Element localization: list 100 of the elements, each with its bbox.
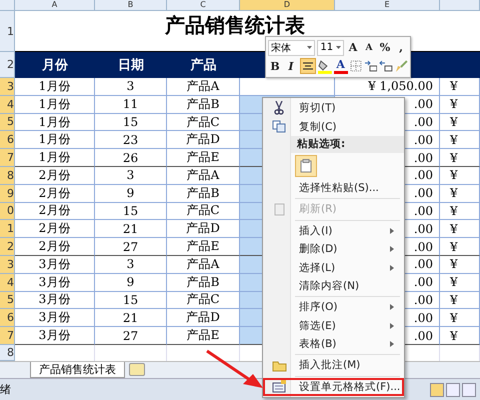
row-header[interactable]: 4 xyxy=(0,274,15,292)
table-cell: 1月份 xyxy=(15,114,95,132)
table-cell: 1月份 xyxy=(15,149,95,167)
shrink-font-button[interactable]: A xyxy=(362,40,376,56)
table-cell: ¥ xyxy=(440,149,480,167)
page-icon xyxy=(274,202,284,216)
table-cell: 3月份 xyxy=(15,256,95,274)
table-cell: 产品B xyxy=(167,274,240,292)
table-cell: 21 xyxy=(95,309,167,328)
row-header[interactable]: 1 xyxy=(0,220,15,238)
row-header[interactable]: 7 xyxy=(0,327,15,345)
table-cell: 1月份 xyxy=(15,131,95,150)
table-cell: 23 xyxy=(95,131,167,150)
copy-icon xyxy=(272,120,286,134)
table-cell: 产品D xyxy=(167,131,240,150)
status-text: 绪 xyxy=(0,382,11,398)
table-cell: ¥ 1,050.00 xyxy=(335,78,440,96)
normal-view-button[interactable] xyxy=(430,382,444,397)
format-cells-icon xyxy=(272,380,286,394)
row-header[interactable]: 5 xyxy=(0,114,15,132)
table-cell: 3月份 xyxy=(15,327,95,345)
table-cell: 2月份 xyxy=(15,220,95,238)
submenu-arrow-icon xyxy=(390,246,394,252)
dropdown-caret-icon xyxy=(307,46,312,50)
row-header[interactable]: 8 xyxy=(0,344,15,361)
row-header[interactable]: 7 xyxy=(0,149,15,167)
table-cell: 3 xyxy=(95,78,167,96)
table-cell: 产品D xyxy=(167,220,240,238)
table-cell: 产品C xyxy=(167,292,240,310)
row-header[interactable]: 8 xyxy=(0,166,15,185)
table-cell: ¥ xyxy=(440,184,480,203)
row-header[interactable]: 0 xyxy=(0,202,15,220)
font-color-button[interactable]: A xyxy=(334,58,348,74)
page-break-button[interactable] xyxy=(462,382,476,397)
table-cell: 产品A xyxy=(167,78,240,96)
submenu-arrow-icon xyxy=(390,322,394,329)
header-cell-text: 产品 xyxy=(190,56,218,75)
increase-decimal-icon[interactable] xyxy=(364,60,378,72)
paste-button[interactable] xyxy=(295,154,317,177)
comma-button[interactable]: , xyxy=(394,40,408,56)
fill-color-icon[interactable] xyxy=(318,58,332,74)
row-header[interactable]: 3 xyxy=(0,78,15,96)
table-cell: 11 xyxy=(95,96,167,114)
page-layout-button[interactable] xyxy=(446,382,460,397)
row-header[interactable]: 4 xyxy=(0,96,15,114)
percent-button[interactable]: % xyxy=(378,40,392,56)
table-cell: ¥ xyxy=(440,274,480,292)
bold-button[interactable]: B xyxy=(268,58,282,74)
table-cell: 2月份 xyxy=(15,166,95,185)
row-header[interactable]: 9 xyxy=(0,184,15,203)
align-center-icon xyxy=(302,62,313,70)
table-cell: ¥ xyxy=(440,96,480,114)
border-icon[interactable] xyxy=(350,60,362,72)
table-cell: 15 xyxy=(95,114,167,132)
decrease-decimal-icon[interactable] xyxy=(379,60,394,72)
table-cell: 2月份 xyxy=(15,184,95,203)
column-header[interactable] xyxy=(440,0,480,11)
header-cell-text: 月份 xyxy=(41,57,69,75)
table-cell: 21 xyxy=(95,220,167,238)
row-header[interactable]: 5 xyxy=(0,292,15,310)
menu-item[interactable]: 设置单元格格式(F)... xyxy=(263,378,404,396)
column-header[interactable]: C xyxy=(167,0,240,11)
column-header[interactable]: D xyxy=(240,0,335,11)
header-cell-text: 日期 xyxy=(117,57,145,75)
row-header[interactable]: 3 xyxy=(0,256,15,274)
table-cell: 产品E xyxy=(167,238,240,256)
table-cell: 产品B xyxy=(167,96,240,114)
table-cell: ¥ xyxy=(440,131,480,150)
column-header[interactable]: A xyxy=(15,0,95,11)
table-cell: 1月份 xyxy=(15,96,95,114)
select-all-button[interactable] xyxy=(0,0,15,11)
row-header[interactable]: 2 xyxy=(0,238,15,256)
italic-button[interactable]: I xyxy=(284,58,298,74)
submenu-arrow-icon xyxy=(390,304,394,310)
table-cell: ¥ xyxy=(440,78,480,96)
grow-font-button[interactable]: A xyxy=(346,40,360,56)
font-select[interactable]: 宋体 xyxy=(268,40,316,56)
scissors-icon xyxy=(273,101,285,116)
row-header[interactable]: 6 xyxy=(0,309,15,328)
row-header[interactable]: 1 xyxy=(0,11,15,52)
size-select[interactable]: 11 xyxy=(317,40,344,56)
row-header[interactable]: 6 xyxy=(0,131,15,150)
table-cell: ¥ xyxy=(440,292,480,310)
table-cell: 27 xyxy=(95,327,167,345)
table-cell: ¥ xyxy=(440,114,480,132)
column-header[interactable]: B xyxy=(95,0,167,11)
menu-item[interactable]: 插入批注(M) xyxy=(263,356,404,375)
dropdown-caret-icon xyxy=(336,46,341,50)
table-cell: 9 xyxy=(95,184,167,203)
table-cell: 1月份 xyxy=(15,78,95,96)
table-cell: 3月份 xyxy=(15,309,95,328)
table-cell: 产品B xyxy=(167,184,240,203)
sheet-tab[interactable]: 产品销售统计表 xyxy=(30,362,125,378)
new-sheet-icon[interactable] xyxy=(129,362,145,376)
column-header[interactable]: E xyxy=(335,0,440,11)
table-cell: 3月份 xyxy=(15,292,95,310)
table-cell: 产品A xyxy=(167,166,240,185)
row-header[interactable]: 2 xyxy=(0,52,15,78)
center-align-button[interactable] xyxy=(300,58,316,74)
table-cell: ¥ xyxy=(440,256,480,274)
